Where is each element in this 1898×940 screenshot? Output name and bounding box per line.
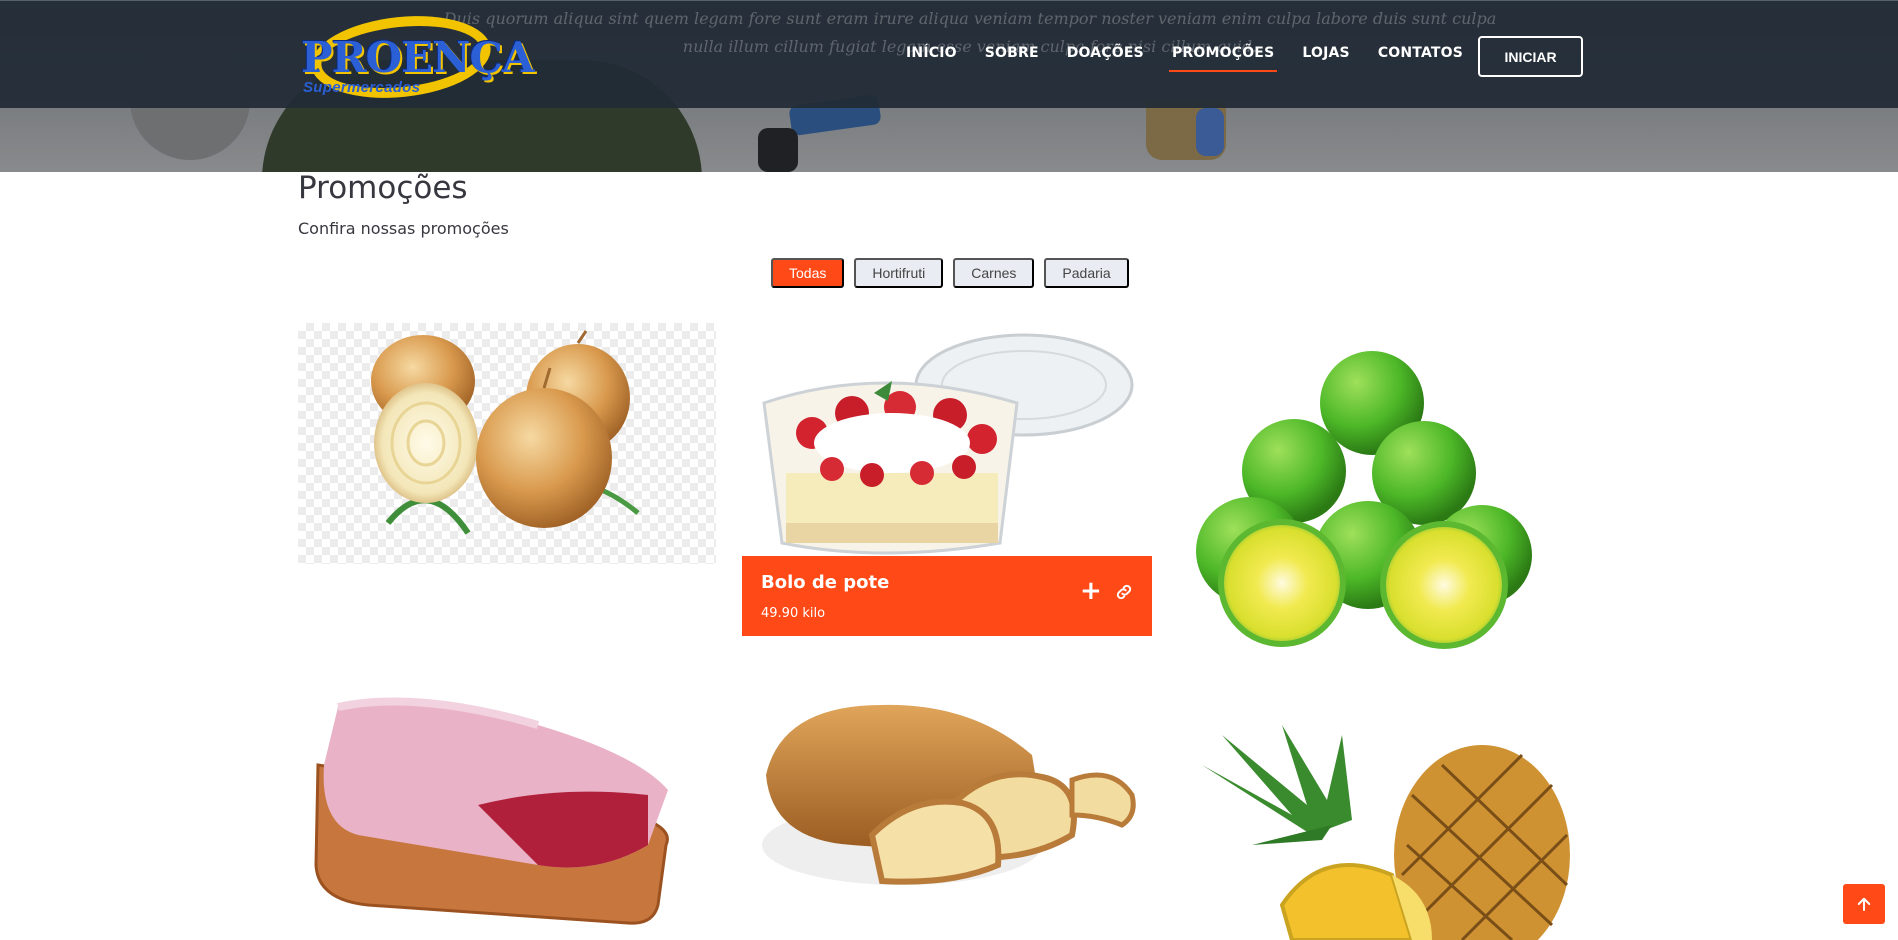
- navbar: Duis quorum aliqua sint quem legam fore …: [0, 0, 1898, 108]
- filter-hortifruti[interactable]: Hortifruti: [854, 258, 944, 288]
- nav-item-promocoes[interactable]: PROMOÇÕES: [1168, 45, 1278, 73]
- main-nav: INÍCIO SOBRE DOAÇÕES PROMOÇÕES LOJAS CON…: [906, 45, 1491, 73]
- product-card-bread[interactable]: [742, 685, 1152, 925]
- filter-todas[interactable]: Todas: [771, 258, 845, 288]
- product-card-onions[interactable]: [298, 323, 716, 564]
- bolo-de-pote-image: [742, 323, 1152, 556]
- scroll-top-button[interactable]: [1843, 884, 1885, 924]
- link-icon[interactable]: [1114, 582, 1134, 602]
- beef-image: [298, 685, 698, 940]
- nav-item-sobre[interactable]: SOBRE: [985, 45, 1039, 73]
- section-title: Promoções: [298, 170, 468, 206]
- product-card-beef[interactable]: [298, 685, 698, 940]
- onions-image: [371, 330, 640, 535]
- product-price: 49.90 kilo: [761, 606, 826, 621]
- nav-item-contatos[interactable]: CONTATOS: [1378, 45, 1463, 73]
- logo-text: PROENÇA: [301, 33, 534, 82]
- category-filters: Todas Hortifruti Carnes Padaria: [771, 258, 1139, 288]
- hero-jar-cap: [1196, 108, 1224, 156]
- hero-figure-watch: [758, 128, 798, 172]
- plus-icon[interactable]: +: [1080, 578, 1102, 604]
- pineapple-image: [1182, 725, 1582, 940]
- start-button[interactable]: INICIAR: [1478, 36, 1583, 77]
- brand-logo[interactable]: PROENÇA Supermercados: [297, 7, 534, 107]
- filter-padaria[interactable]: Padaria: [1044, 258, 1129, 288]
- logo-subtext: Supermercados: [303, 79, 421, 96]
- section-subtitle: Confira nossas promoções: [298, 219, 509, 238]
- product-card-pineapple[interactable]: [1182, 725, 1582, 940]
- limes-image: [1182, 323, 1542, 685]
- product-name: Bolo de pote: [761, 572, 890, 593]
- nav-item-inicio[interactable]: INÍCIO: [906, 45, 957, 73]
- product-overlay: Bolo de pote 49.90 kilo +: [742, 556, 1152, 636]
- product-card-bolo-de-pote[interactable]: Bolo de pote 49.90 kilo +: [742, 323, 1152, 636]
- nav-item-lojas[interactable]: LOJAS: [1302, 45, 1349, 73]
- arrow-up-icon: [1857, 897, 1871, 911]
- bread-image: [742, 685, 1152, 925]
- product-card-limes[interactable]: [1182, 323, 1542, 685]
- filter-carnes[interactable]: Carnes: [953, 258, 1035, 288]
- nav-item-doacoes[interactable]: DOAÇÕES: [1067, 45, 1144, 73]
